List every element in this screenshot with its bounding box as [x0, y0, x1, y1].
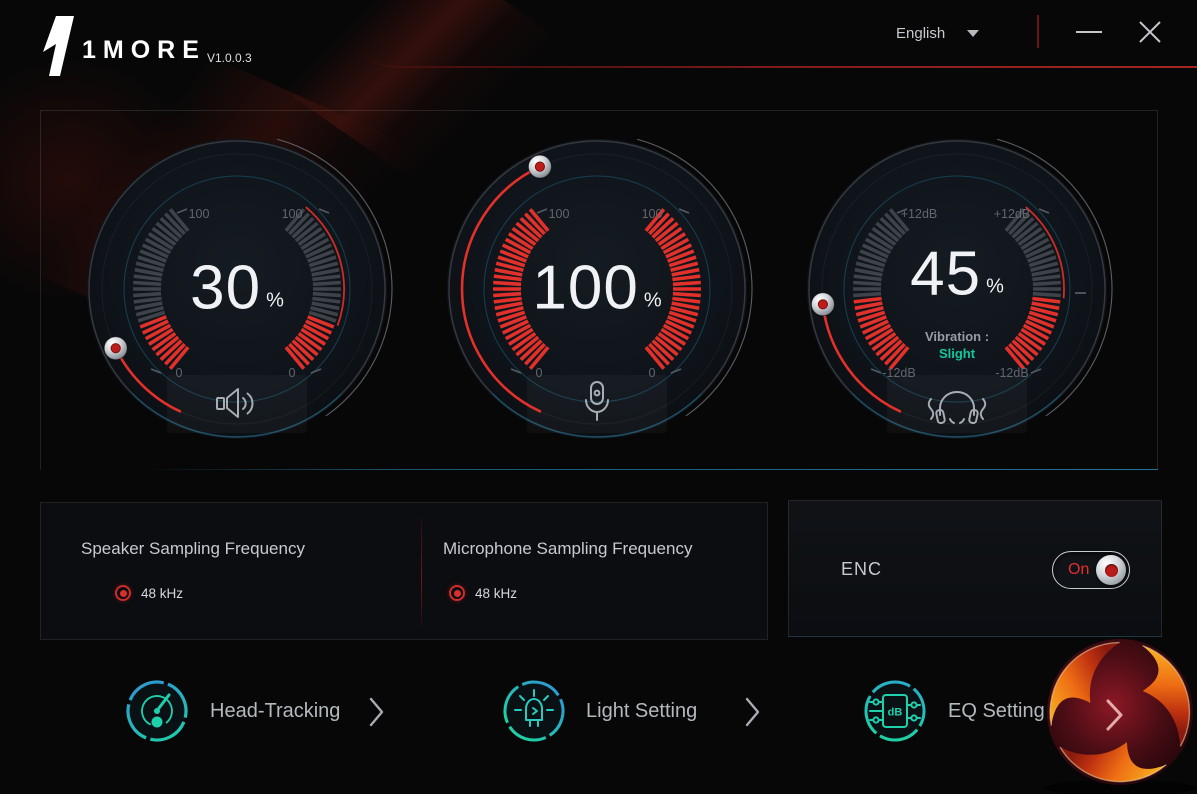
- speaker-48khz-option[interactable]: 48 kHz: [115, 585, 183, 601]
- app-version: V1.0.0.3: [207, 51, 252, 65]
- microphone-icon: [585, 381, 609, 421]
- light-setting-icon[interactable]: [501, 678, 567, 744]
- svg-text:0: 0: [649, 366, 656, 380]
- microphone-sampling-title: Microphone Sampling Frequency: [443, 539, 693, 558]
- svg-text:dB: dB: [888, 707, 903, 719]
- microphone-48khz-option[interactable]: 48 kHz: [449, 585, 517, 601]
- svg-text:100: 100: [189, 207, 210, 221]
- svg-text:-12dB: -12dB: [882, 366, 915, 380]
- eq-setting-chevron-icon[interactable]: [1104, 697, 1126, 733]
- language-label: English: [896, 24, 946, 42]
- svg-text:0: 0: [536, 366, 543, 380]
- slider-knob[interactable]: [103, 336, 128, 361]
- enc-toggle-knob[interactable]: [1096, 555, 1126, 585]
- minimize-button[interactable]: [1068, 18, 1110, 46]
- language-selector[interactable]: English: [896, 20, 1012, 46]
- brand-logo-text: 1MORE: [82, 36, 206, 64]
- brand-logo-mark-icon: [43, 16, 74, 76]
- enc-label: ENC: [841, 559, 883, 579]
- svg-text:0: 0: [176, 366, 183, 380]
- head-tracking-chevron-icon[interactable]: [368, 696, 386, 728]
- 1more-app-window: 1MORE V1.0.0.3 English 100 100 0 0 30% 1…: [0, 0, 1197, 794]
- svg-text:+12dB: +12dB: [901, 207, 938, 221]
- eq-setting-icon[interactable]: dB: [862, 678, 928, 744]
- minimize-icon: [1076, 31, 1102, 33]
- head-tracking-label[interactable]: Head-Tracking: [210, 700, 340, 723]
- svg-text:-12dB: -12dB: [995, 366, 1028, 380]
- radio-selected-icon[interactable]: [449, 585, 465, 601]
- slider-knob[interactable]: [810, 292, 835, 317]
- eq-setting-label[interactable]: EQ Setting: [948, 700, 1045, 723]
- chevron-down-icon: [967, 29, 980, 37]
- close-icon: [1139, 21, 1161, 43]
- light-setting-chevron-icon[interactable]: [744, 696, 762, 728]
- svg-text:100: 100: [642, 207, 663, 221]
- headset-vibration-gauge: +12dB +12dB -12dB -12dB 45% Vibration : Sli…: [792, 124, 1122, 454]
- svg-text:+12dB: +12dB: [994, 207, 1031, 221]
- sampling-divider: [421, 517, 422, 627]
- close-button[interactable]: [1130, 15, 1170, 49]
- section-divider: [140, 469, 1158, 470]
- microphone-volume-gauge: 100 100 0 0 100%: [432, 124, 762, 454]
- speaker-48khz-label: 48 kHz: [141, 585, 184, 601]
- speaker-volume-gauge: 100 100 0 0 30%: [72, 124, 402, 454]
- enc-toggle-state: On: [1068, 561, 1090, 578]
- speaker-icon: [216, 388, 254, 418]
- enc-panel: ENC On: [788, 500, 1162, 637]
- slider-knob[interactable]: [527, 154, 552, 179]
- radio-selected-icon[interactable]: [115, 585, 131, 601]
- svg-text:100: 100: [282, 207, 303, 221]
- speaker-sampling-title: Speaker Sampling Frequency: [81, 539, 305, 558]
- microphone-48khz-label: 48 kHz: [475, 585, 518, 601]
- head-tracking-icon[interactable]: [124, 678, 190, 744]
- svg-text:100: 100: [549, 207, 570, 221]
- enc-toggle[interactable]: On: [1052, 551, 1130, 589]
- window-controls-divider: [1037, 15, 1039, 48]
- headset-vibration-icon: [927, 391, 987, 425]
- sampling-frequency-panel: Speaker Sampling Frequency 48 kHz Microp…: [40, 502, 768, 640]
- svg-text:0: 0: [289, 366, 296, 380]
- enc-toggle-knob-dot: [1104, 563, 1118, 577]
- light-setting-label[interactable]: Light Setting: [586, 700, 697, 723]
